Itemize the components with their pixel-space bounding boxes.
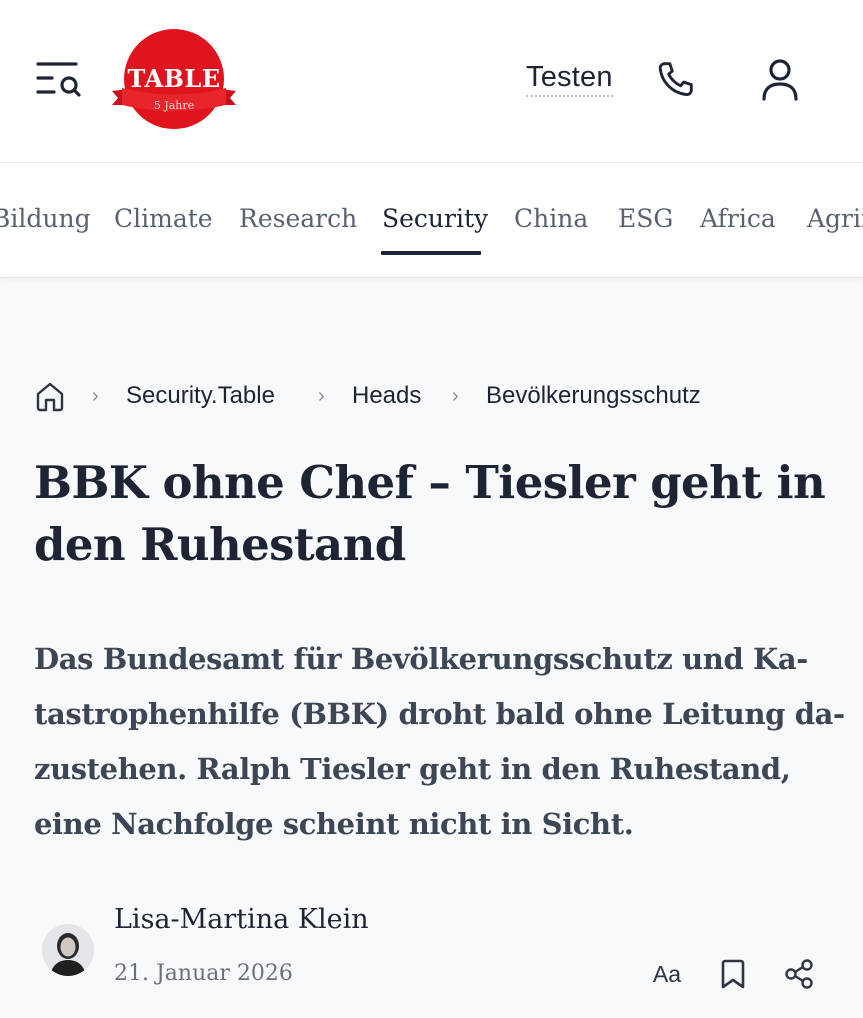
author-avatar[interactable] [42,924,94,976]
menu-search-icon [36,62,81,97]
share-button[interactable] [779,954,819,994]
bookmark-icon [721,959,745,989]
category-nav: Bildung Climate Research Security China … [0,163,863,278]
article-lead: Das Bundesamt für Bevölkerungsschutz und… [34,632,845,852]
author-name[interactable]: Lisa-Martina Klein [114,902,369,938]
breadcrumb-item-bevoelkerungsschutz[interactable]: Bevölkerungsschutz [486,378,701,414]
home-icon [36,382,64,412]
breadcrumb-home[interactable] [34,379,66,424]
lead-line: Das Bundesamt für Bevölkerungsschutz und… [34,642,808,676]
article-title: BBK ohne Chef – Tiesler geht in den Ruhe… [34,456,826,571]
share-icon [785,959,813,989]
lead-line: tastrophenhilfe (BBK) droht bald ohne Le… [34,697,845,731]
logo-subtext: 5 Jahre [154,99,194,112]
user-icon [762,59,798,101]
font-size-button[interactable]: Aa [645,954,689,994]
bookmark-button[interactable] [713,954,753,994]
phone-button[interactable] [652,57,698,103]
lead-line: zustehen. Ralph Tiesler geht in den Ruhe… [34,752,791,786]
site-header: TABLE 5 Jahre Testen [0,0,863,163]
nav-item-esg[interactable]: ESG [618,203,673,235]
breadcrumb-item-heads[interactable]: Heads [352,378,421,414]
publish-date: 21. Januar 2026 [114,961,293,986]
breadcrumb-item-security-table[interactable]: Security.Table [126,378,275,414]
lead-line: eine Nachfolge scheint nicht in Sicht. [34,807,634,841]
font-size-icon: Aa [652,960,682,987]
nav-item-bildung[interactable]: Bildung [0,203,91,235]
menu-search-button[interactable] [30,52,86,104]
nav-item-china[interactable]: China [514,203,588,235]
logo-text: TABLE [127,64,220,93]
nav-item-agrifood[interactable]: Agrifood [807,203,863,235]
breadcrumb-separator: › [452,385,459,407]
nav-item-africa[interactable]: Africa [700,203,776,235]
breadcrumb-separator: › [318,385,325,407]
user-account-button[interactable] [756,55,804,105]
active-tab-indicator [381,251,481,255]
nav-item-climate[interactable]: Climate [114,203,213,235]
nav-item-security[interactable]: Security [382,203,488,235]
testen-link[interactable]: Testen [526,60,613,97]
table-logo[interactable]: TABLE 5 Jahre [108,27,240,131]
phone-icon [658,62,693,97]
breadcrumb-separator: › [92,385,99,407]
nav-item-research[interactable]: Research [239,203,357,235]
